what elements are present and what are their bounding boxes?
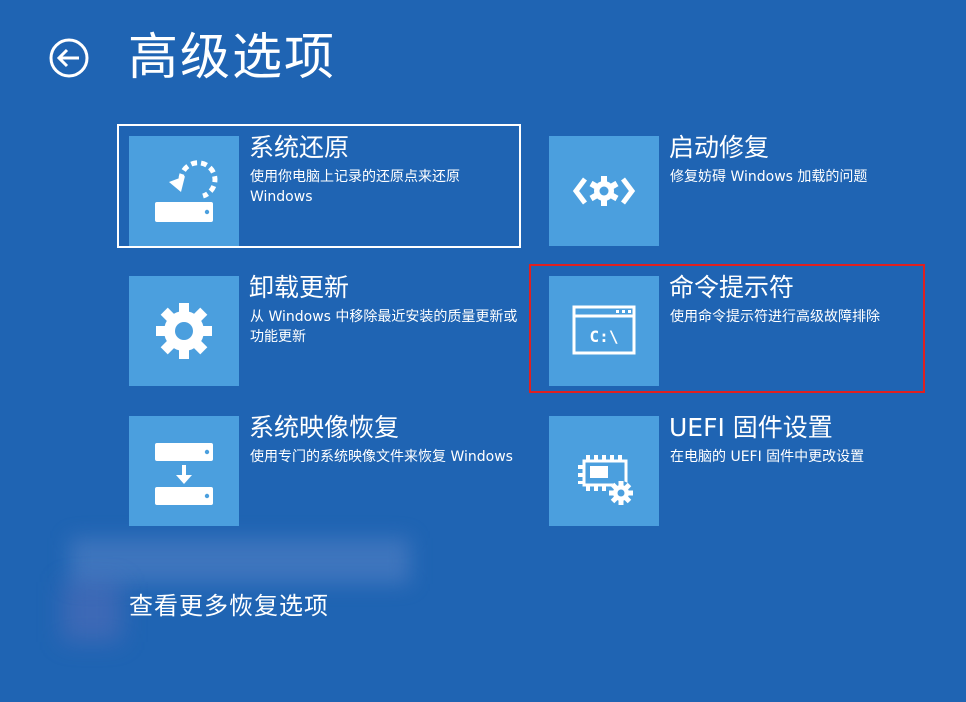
option-title: 命令提示符: [669, 273, 795, 302]
option-description: 在电脑的 UEFI 固件中更改设置: [670, 449, 865, 465]
command-prompt-icon-text: C:\: [590, 327, 619, 346]
option-description: 使用命令提示符进行高级故障排除: [670, 309, 880, 325]
more-recovery-options-link[interactable]: 查看更多恢复选项: [129, 589, 329, 623]
blurred-region: [70, 538, 410, 584]
option-tile: [129, 136, 239, 246]
option-title: 系统还原: [249, 133, 350, 162]
option-uefi-firmware-settings[interactable]: UEFI 固件设置 在电脑的 UEFI 固件中更改设置: [539, 406, 943, 530]
option-description: 从 Windows 中移除最近安装的质量更新或功能更新: [250, 309, 518, 345]
option-command-prompt[interactable]: C:\ 命令提示符 使用命令提示符进行高级故障排除: [539, 266, 943, 390]
back-arrow-icon: [49, 38, 89, 78]
option-description: 修复妨碍 Windows 加载的问题: [670, 169, 868, 185]
option-description: 使用你电脑上记录的还原点来还原 Windows: [250, 169, 460, 205]
option-startup-repair[interactable]: 启动修复 修复妨碍 Windows 加载的问题: [539, 126, 943, 250]
page-title: 高级选项: [128, 28, 336, 86]
command-prompt-icon: C:\: [572, 305, 636, 355]
option-tile: [129, 276, 239, 386]
option-tile: [549, 416, 659, 526]
option-title: 系统映像恢复: [249, 413, 400, 442]
option-title: 启动修复: [669, 133, 770, 162]
option-tile: C:\: [549, 276, 659, 386]
gear-icon: [156, 303, 212, 359]
system-restore-icon: [155, 160, 218, 222]
firmware-chip-gear-icon: [578, 455, 633, 505]
system-image-icon: [155, 443, 213, 505]
option-tile: [129, 416, 239, 526]
option-uninstall-updates[interactable]: 卸载更新 从 Windows 中移除最近安装的质量更新或功能更新: [119, 266, 523, 390]
option-title: UEFI 固件设置: [669, 413, 833, 442]
option-system-restore[interactable]: 系统还原 使用你电脑上记录的还原点来还原 Windows: [117, 124, 521, 248]
blurred-region: [62, 582, 122, 642]
option-title: 卸载更新: [249, 273, 350, 302]
option-tile: [549, 136, 659, 246]
option-description: 使用专门的系统映像文件来恢复 Windows: [250, 449, 513, 465]
startup-repair-icon: [572, 176, 636, 206]
back-button[interactable]: [48, 37, 90, 79]
option-system-image-recovery[interactable]: 系统映像恢复 使用专门的系统映像文件来恢复 Windows: [119, 406, 523, 530]
